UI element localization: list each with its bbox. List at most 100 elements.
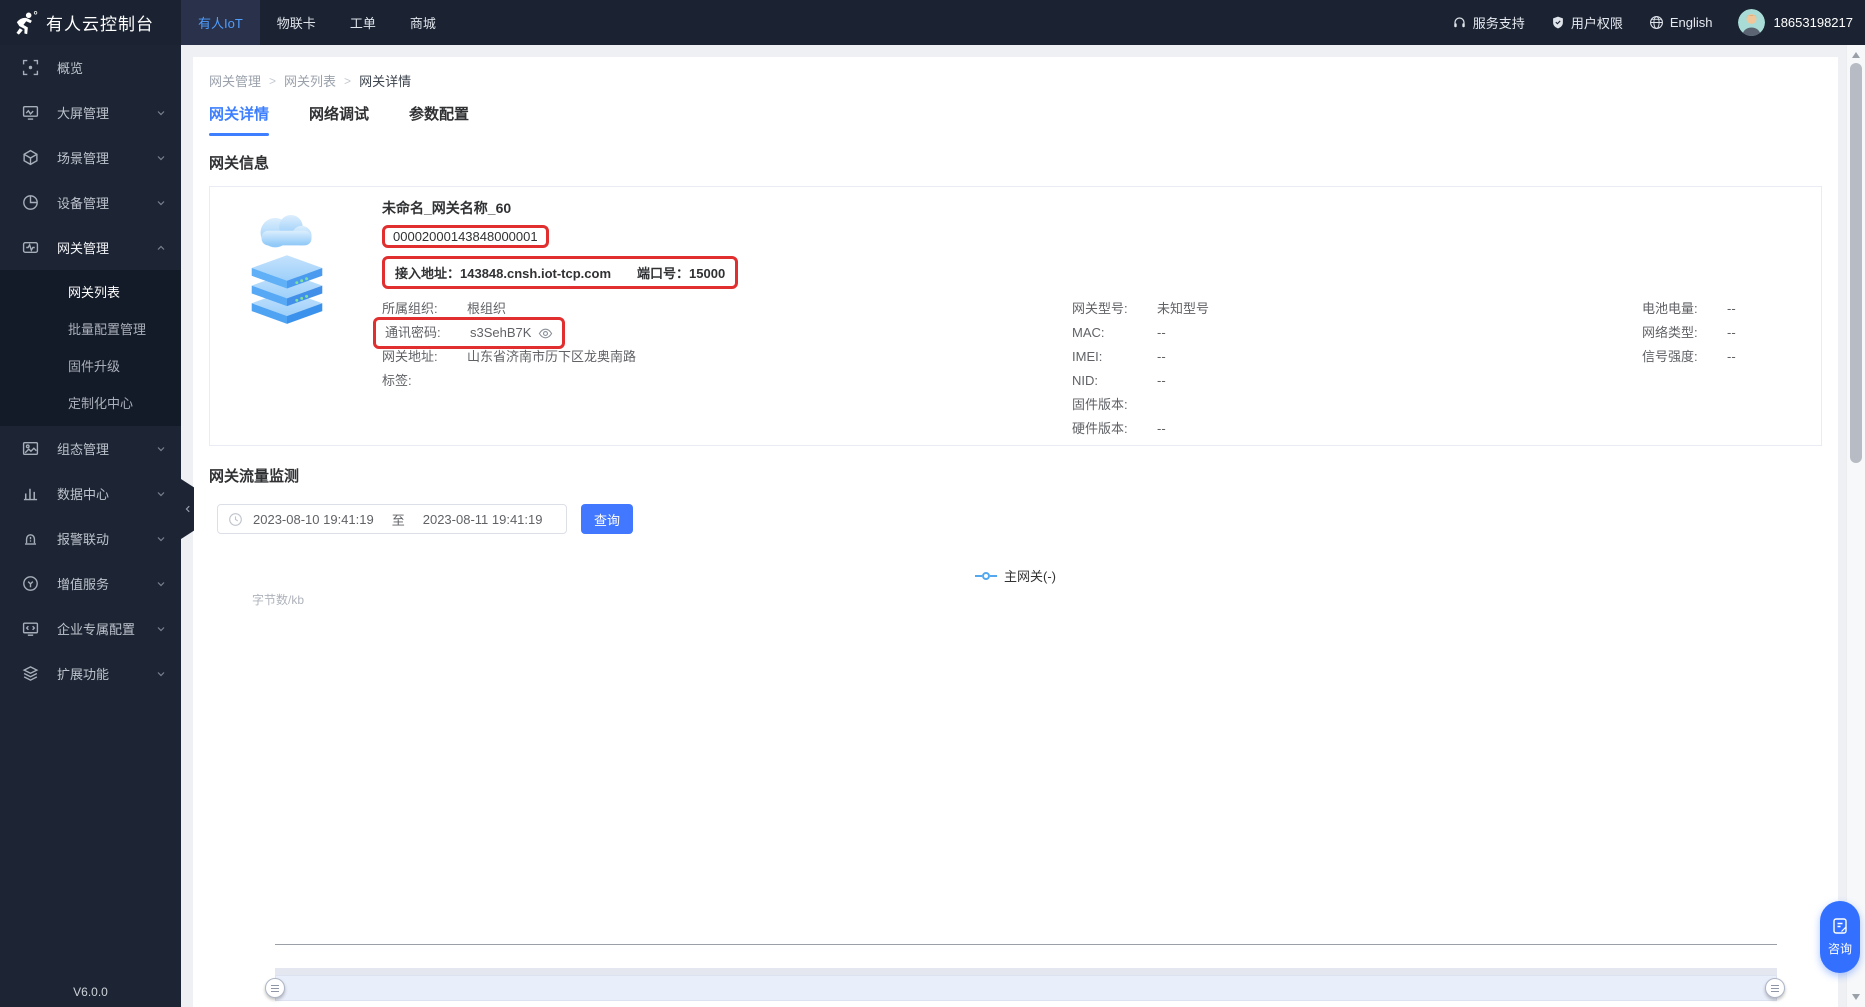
gateway-name: 未命名_网关名称_60 <box>382 200 512 216</box>
sidebar-subitem-batch-config[interactable]: 批量配置管理 <box>0 311 181 348</box>
field-row-tags: 标签: <box>382 373 412 388</box>
field-row-battery: 电池电量: -- <box>1642 301 1736 316</box>
consult-button[interactable]: 咨询 <box>1820 901 1860 973</box>
scrollbar-up-arrow[interactable] <box>1847 47 1865 63</box>
logo: 有人云控制台 <box>0 0 181 45</box>
chart-legend[interactable]: 主网关(-) <box>209 566 1822 585</box>
main-content: 网关管理 > 网关列表 > 网关详情 网关详情 网络调试 参数配置 网关信息 未… <box>181 45 1846 1007</box>
access-address-label: 接入地址： <box>395 266 461 281</box>
vertical-scrollbar[interactable] <box>1846 45 1865 1007</box>
gateway-icon <box>22 239 39 256</box>
date-range-picker[interactable]: 2023-08-10 19:41:19 至 2023-08-11 19:41:1… <box>217 504 567 534</box>
gateway-fields-left: 所属组织: 根组织 通讯密码: s3SehB7K 网关地址: 山东省济南市历下区… <box>373 297 636 393</box>
sidebar-item-value-added-services[interactable]: 增值服务 <box>0 561 181 606</box>
scrollbar-thumb[interactable] <box>1850 63 1862 463</box>
breadcrumb-separator: > <box>344 73 352 88</box>
sidebar-item-overview[interactable]: 概览 <box>0 45 181 90</box>
datazoom-track <box>275 968 1777 975</box>
traffic-chart: 主网关(-) 字节数/kb <box>209 534 1822 1007</box>
sidebar-item-scene-mgmt[interactable]: 场景管理 <box>0 135 181 180</box>
sidebar-collapse-handle[interactable] <box>181 479 194 539</box>
section-title-gateway-info: 网关信息 <box>209 155 270 172</box>
document-icon <box>1833 918 1847 934</box>
layers-icon <box>22 665 39 682</box>
topbar-right: 服务支持 用户权限 English 18653198217 <box>1426 0 1865 45</box>
version-label: V6.0.0 <box>73 985 108 999</box>
gateway-fields-middle: 网关型号: 未知型号 MAC: -- IMEI: -- NID: -- 固件版本… <box>1072 297 1209 441</box>
sidebar: 概览 大屏管理 场景管理 设备管理 网关管理 网关列表 批量配置管理 固件升级 … <box>0 45 181 1007</box>
field-row-mac: MAC: -- <box>1072 325 1166 340</box>
enterprise-monitor-icon <box>22 620 39 637</box>
topnav-sim-card[interactable]: 物联卡 <box>260 0 333 45</box>
datazoom-handle-right[interactable] <box>1765 978 1785 998</box>
sidebar-subitem-customization-center[interactable]: 定制化中心 <box>0 385 181 422</box>
field-row-model: 网关型号: 未知型号 <box>1072 301 1210 316</box>
access-address-value: 143848.cnsh.iot-tcp.com <box>460 266 612 281</box>
clock-icon <box>228 512 243 527</box>
eye-icon[interactable] <box>538 326 553 341</box>
scrollbar-down-arrow[interactable] <box>1847 989 1865 1005</box>
chevron-down-icon <box>155 152 167 164</box>
topnav-usr-iot[interactable]: 有人IoT <box>181 0 260 45</box>
gateway-id: 00002000143848000001 <box>393 229 538 244</box>
top-nav: 有人IoT 物联卡 工单 商城 <box>181 0 453 45</box>
sidebar-item-gateway-mgmt[interactable]: 网关管理 <box>0 225 181 270</box>
big-screen-icon <box>22 104 39 121</box>
chevron-down-icon <box>155 578 167 590</box>
shield-icon <box>1552 16 1563 29</box>
field-row-network-type: 网络类型: -- <box>1642 325 1736 340</box>
topbar: 有人云控制台 有人IoT 物联卡 工单 商城 服务支持 用户权限 English… <box>0 0 1865 45</box>
legend-line-symbol <box>975 571 997 580</box>
sidebar-subitem-gateway-list[interactable]: 网关列表 <box>0 274 181 311</box>
sidebar-item-enterprise-config[interactable]: 企业专属配置 <box>0 606 181 651</box>
port-label: 端口号： <box>637 266 690 281</box>
sidebar-item-screen-mgmt[interactable]: 大屏管理 <box>0 90 181 135</box>
topnav-mall[interactable]: 商城 <box>393 0 453 45</box>
globe-icon <box>1649 16 1663 29</box>
datazoom-slider[interactable] <box>275 975 1777 1001</box>
query-button[interactable]: 查询 <box>581 504 633 534</box>
range-separator: 至 <box>391 512 405 528</box>
tab-network-debug[interactable]: 网络调试 <box>309 103 369 136</box>
user-avatar[interactable] <box>1738 9 1766 36</box>
service-support[interactable]: 服务支持 <box>1452 13 1525 32</box>
sidebar-item-extensions[interactable]: 扩展功能 <box>0 651 181 696</box>
chevron-down-icon <box>155 488 167 500</box>
active-tab-underline <box>209 133 269 136</box>
chevron-down-icon <box>155 197 167 209</box>
sidebar-item-device-mgmt[interactable]: 设备管理 <box>0 180 181 225</box>
chevron-down-icon <box>155 623 167 635</box>
chevron-down-icon <box>155 443 167 455</box>
chevron-left-icon <box>185 505 190 513</box>
chevron-down-icon <box>155 668 167 680</box>
user-permission[interactable]: 用户权限 <box>1551 13 1623 32</box>
breadcrumb-gateway-mgmt[interactable]: 网关管理 <box>209 71 261 90</box>
sidebar-item-scada-mgmt[interactable]: 组态管理 <box>0 426 181 471</box>
chevron-down-icon <box>155 107 167 119</box>
range-start-value: 2023-08-10 19:41:19 <box>253 511 374 527</box>
x-axis-line <box>275 944 1777 945</box>
sidebar-item-alarm-linkage[interactable]: 报警联动 <box>0 516 181 561</box>
port-value: 15000 <box>689 266 726 281</box>
topnav-work-order[interactable]: 工单 <box>333 0 393 45</box>
headset-icon <box>1454 17 1465 28</box>
tab-gateway-detail[interactable]: 网关详情 <box>209 103 269 136</box>
sidebar-item-data-center[interactable]: 数据中心 <box>0 471 181 516</box>
breadcrumb-gateway-list[interactable]: 网关列表 <box>284 71 336 90</box>
overview-icon <box>22 59 39 76</box>
account-phone[interactable]: 18653198217 <box>1773 15 1853 30</box>
consult-label: 咨询 <box>1827 942 1852 956</box>
gateway-head: 未命名_网关名称_60 00002000143848000001 接入地址：14… <box>382 198 739 289</box>
breadcrumb-current: 网关详情 <box>359 74 412 89</box>
gateway-cloud-illustration <box>238 207 336 325</box>
tab-parameter-config[interactable]: 参数配置 <box>409 103 469 136</box>
value-added-icon <box>22 575 39 592</box>
sidebar-subitem-firmware-upgrade[interactable]: 固件升级 <box>0 348 181 385</box>
device-pie-icon <box>22 194 39 211</box>
scene-cube-icon <box>22 149 39 166</box>
datazoom-handle-left[interactable] <box>265 978 285 998</box>
breadcrumb: 网关管理 > 网关列表 > 网关详情 <box>209 71 1822 90</box>
chevron-down-icon <box>155 533 167 545</box>
language-switch[interactable]: English <box>1649 15 1712 30</box>
content-panel: 网关管理 > 网关列表 > 网关详情 网关详情 网络调试 参数配置 网关信息 未… <box>193 57 1838 1007</box>
